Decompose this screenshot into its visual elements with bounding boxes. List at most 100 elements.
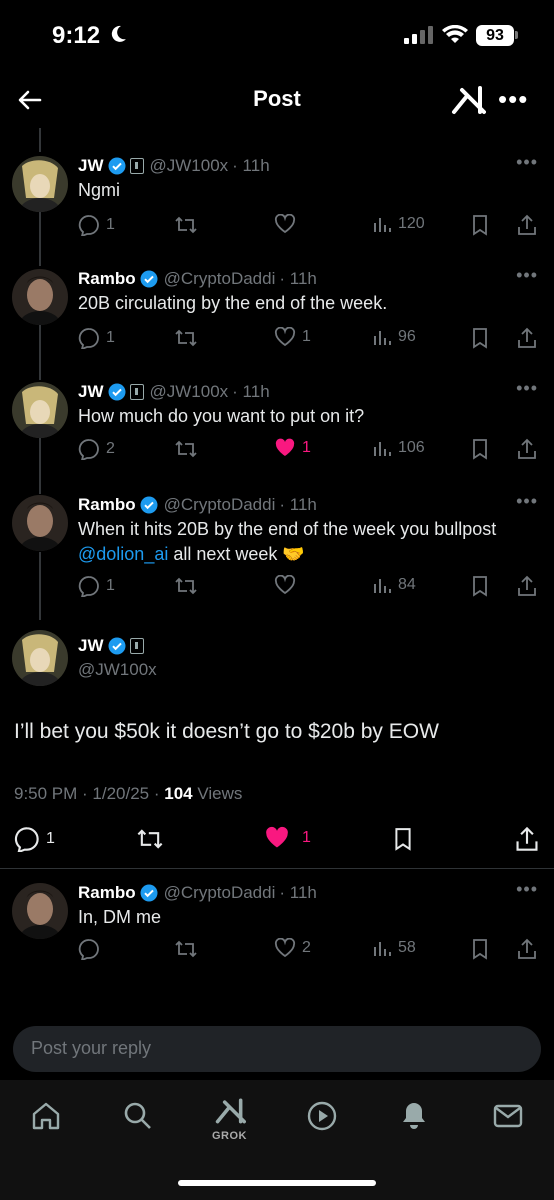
display-name[interactable]: JW (78, 382, 104, 402)
share-icon[interactable] (516, 438, 538, 460)
repost-button[interactable] (174, 575, 198, 597)
reply-count: 2 (106, 440, 115, 457)
tweet-timestamp: 9:50 PM · 1/20/25 · (14, 784, 165, 803)
thread-line (39, 324, 41, 380)
more-icon[interactable]: ••• (516, 152, 538, 173)
reply-button[interactable]: 1 (78, 575, 115, 597)
reply-button[interactable]: 1 (78, 214, 115, 236)
grok-icon[interactable] (450, 82, 486, 118)
more-icon[interactable]: ••• (516, 378, 538, 399)
heart-icon (274, 214, 296, 234)
handle[interactable]: @CryptoDaddi (164, 883, 276, 903)
main-actions: 1 1 (14, 826, 540, 856)
views-label: Views (192, 784, 243, 803)
messages-envelope-icon[interactable] (492, 1100, 524, 1132)
share-icon[interactable] (516, 214, 538, 236)
handle[interactable]: @JW100x (150, 382, 229, 402)
like-button[interactable] (274, 214, 296, 234)
display-name[interactable]: JW (78, 636, 104, 656)
avatar[interactable] (12, 495, 68, 551)
views-count: 84 (398, 576, 416, 593)
more-icon[interactable]: ••• (516, 879, 538, 900)
more-icon[interactable]: ••• (516, 491, 538, 512)
handle[interactable]: @JW100x (78, 660, 157, 680)
avatar[interactable] (12, 883, 68, 939)
tweet-meta: 9:50 PM · 1/20/25 · 104 Views (14, 784, 242, 804)
views-button[interactable]: 84 (372, 575, 416, 595)
handle[interactable]: @CryptoDaddi (164, 269, 276, 289)
moon-icon (111, 25, 126, 42)
search-icon[interactable] (122, 1100, 154, 1132)
mention-link[interactable]: @dolion_ai (78, 544, 168, 564)
video-play-icon[interactable] (306, 1100, 338, 1132)
handle[interactable]: @JW100x (150, 156, 229, 176)
views-icon (374, 942, 391, 956)
status-time: 9:12 (52, 22, 101, 49)
share-icon[interactable] (516, 327, 538, 349)
tweet-text-line: When it hits 20B by the end of the week … (78, 519, 497, 539)
tweet-header: JW @JW100x · 11h (78, 156, 270, 176)
repost-button[interactable] (174, 327, 198, 349)
repost-button[interactable] (174, 938, 198, 960)
views-button[interactable]: 58 (372, 938, 416, 958)
more-icon[interactable]: ••• (516, 265, 538, 286)
views-button[interactable]: 96 (372, 327, 416, 347)
heart-icon (274, 575, 296, 595)
like-button[interactable]: 2 (274, 938, 311, 958)
display-name[interactable]: Rambo (78, 495, 136, 515)
bookmark-icon[interactable] (470, 575, 490, 597)
views-icon (374, 331, 391, 345)
display-name[interactable]: JW (78, 156, 104, 176)
handle[interactable]: @CryptoDaddi (164, 495, 276, 515)
avatar[interactable] (12, 156, 68, 212)
main-tweet-text: I’ll bet you $50k it doesn’t go to $20b … (14, 720, 439, 743)
tweet-actions: 2 58 (78, 938, 544, 964)
reply-icon (78, 939, 99, 960)
more-options-icon[interactable]: ••• (498, 84, 528, 115)
bookmark-icon[interactable] (470, 938, 490, 960)
avatar[interactable] (12, 630, 68, 686)
like-button[interactable]: 1 (264, 826, 311, 850)
heart-icon (274, 938, 296, 958)
bookmark-icon[interactable] (392, 826, 414, 852)
avatar[interactable] (12, 269, 68, 325)
views-button[interactable]: 120 (372, 214, 425, 234)
reply-button[interactable]: 1 (14, 826, 55, 852)
tweet-text: How much do you want to put on it? (78, 406, 365, 426)
like-button[interactable]: 1 (274, 438, 311, 458)
repost-icon[interactable] (136, 826, 164, 852)
views-button[interactable]: 106 (372, 438, 425, 458)
like-button[interactable]: 1 (274, 327, 311, 347)
bookmark-icon[interactable] (470, 327, 490, 349)
display-name[interactable]: Rambo (78, 883, 136, 903)
status-bar: 9:12 93 (0, 0, 554, 72)
share-icon[interactable] (516, 938, 538, 960)
affiliate-badge-icon (129, 384, 144, 400)
repost-button[interactable] (174, 214, 198, 236)
timestamp: · 11h (279, 883, 317, 902)
bookmark-icon[interactable] (470, 438, 490, 460)
repost-icon (175, 577, 197, 595)
repost-icon (175, 940, 197, 958)
repost-button[interactable] (174, 438, 198, 460)
notifications-bell-icon[interactable] (398, 1100, 430, 1132)
avatar[interactable] (12, 382, 68, 438)
grok-tab-icon[interactable] (214, 1094, 246, 1128)
display-name[interactable]: Rambo (78, 269, 136, 289)
home-icon[interactable] (30, 1100, 62, 1132)
thread-line (39, 438, 41, 494)
home-indicator (178, 1180, 376, 1186)
reply-button[interactable] (78, 938, 100, 960)
reply-button[interactable]: 2 (78, 438, 115, 460)
share-icon[interactable] (516, 575, 538, 597)
like-button[interactable] (274, 575, 296, 595)
reply-count: 1 (106, 216, 115, 233)
bookmark-icon[interactable] (470, 214, 490, 236)
reply-button[interactable]: 1 (78, 327, 115, 349)
like-count: 1 (302, 829, 311, 846)
share-icon[interactable] (514, 826, 540, 852)
divider (0, 868, 554, 869)
reply-input[interactable]: Post your reply (13, 1026, 541, 1072)
tweet-actions: 1 1 96 (78, 327, 544, 353)
repost-icon (175, 440, 197, 458)
